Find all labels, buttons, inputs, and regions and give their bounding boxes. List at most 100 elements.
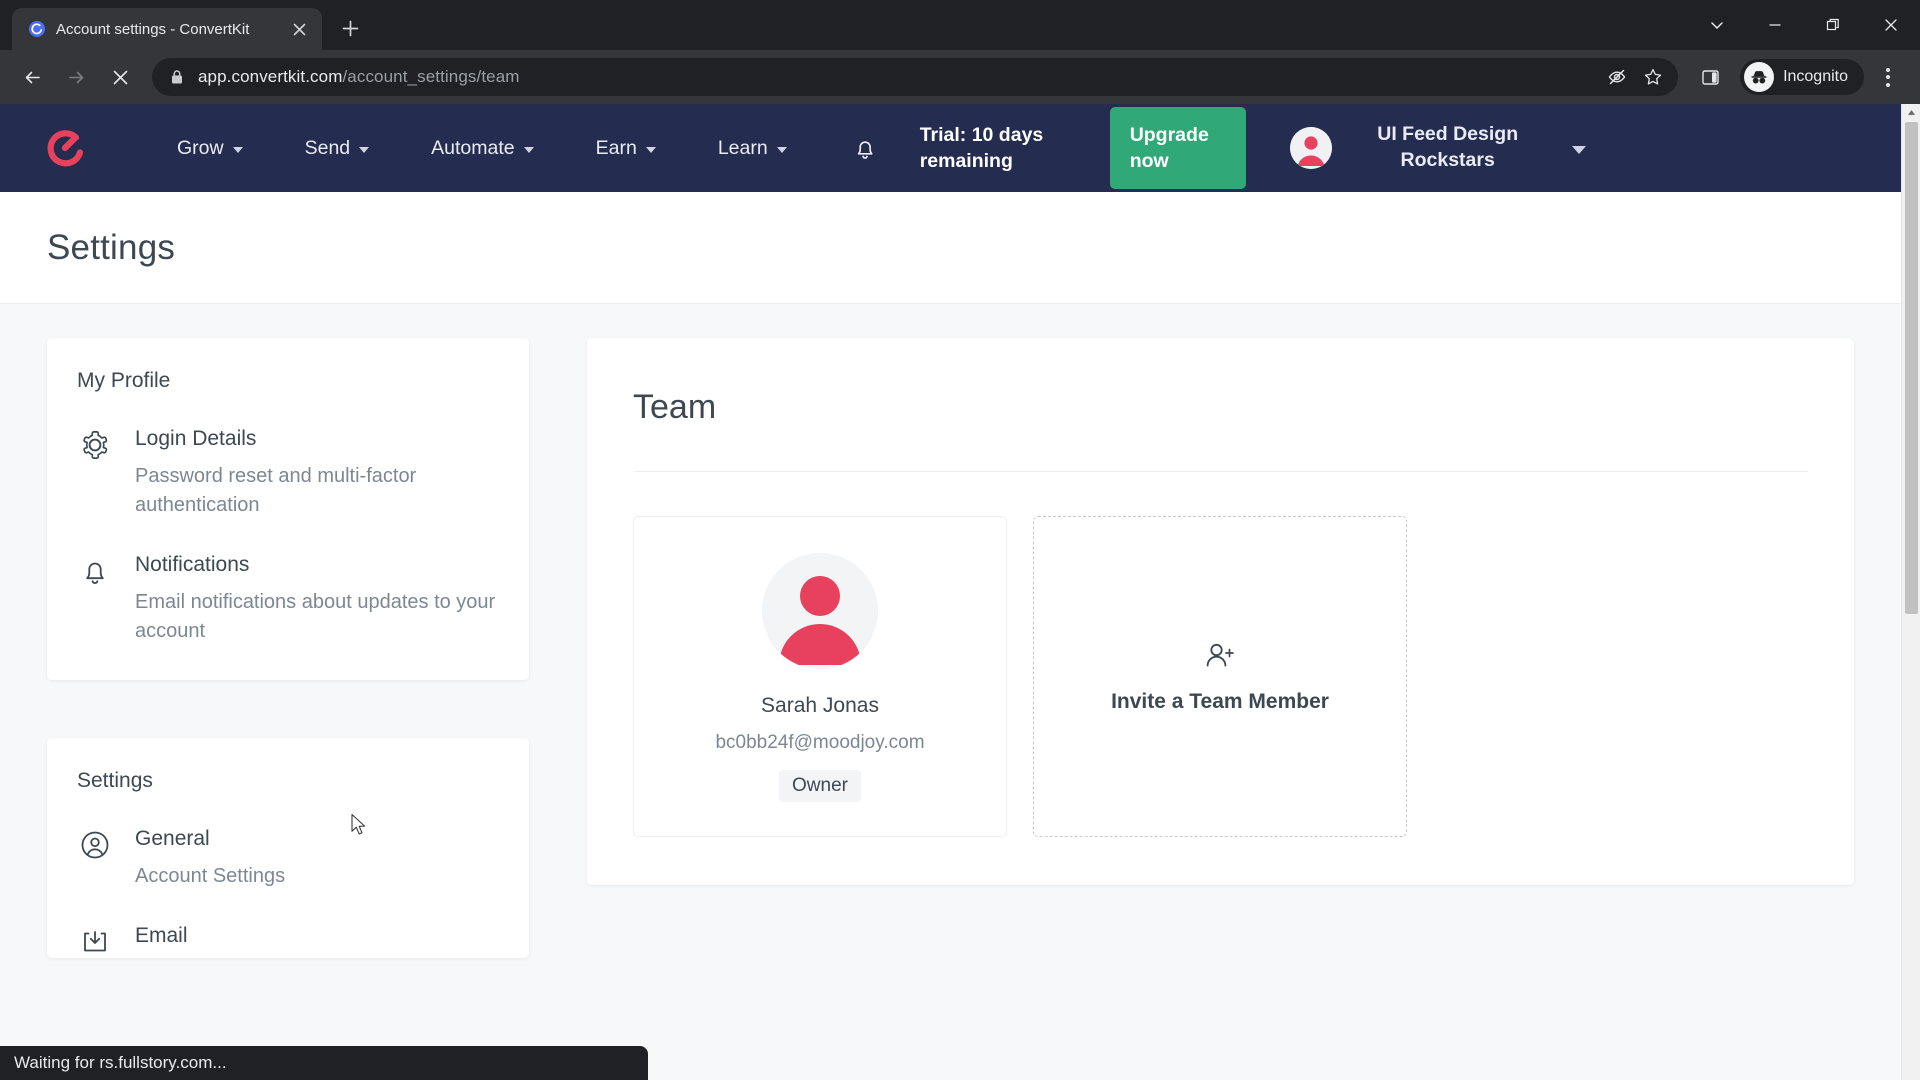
tab-strip: Account settings - ConvertKit [0,0,1920,50]
chevron-down-icon [359,146,370,153]
status-text: Waiting for rs.fullstory.com... [14,1053,227,1072]
trial-status: Trial: 10 days remaining [919,123,1044,172]
browser-tab[interactable]: Account settings - ConvertKit [12,8,322,50]
tab-search-button[interactable] [1688,3,1746,47]
tab-title: Account settings - ConvertKit [56,20,250,38]
new-tab-button[interactable] [332,10,368,46]
sidebar-item-text: Email [135,924,503,958]
sidebar-section-heading: Settings [77,769,153,793]
eye-slash-icon[interactable] [1600,60,1634,94]
sidebar-item-email[interactable]: Email [73,924,503,958]
nav-label: Send [304,136,351,159]
convertkit-app: Grow Send Automate Earn Learn Trial: 10 … [0,104,1901,1080]
account-name[interactable]: UI Feed Design Rockstars [1368,122,1528,173]
maximize-restore-button[interactable] [1804,3,1862,47]
nav-item-earn[interactable]: Earn [565,137,687,160]
forward-arrow-icon[interactable] [56,57,96,97]
user-plus-icon [1203,640,1237,674]
team-member-card[interactable]: Sarah Jonas bc0bb24f@moodjoy.com Owner [633,516,1007,837]
chevron-down-icon [523,146,534,153]
user-circle-icon [79,829,111,861]
address-bar[interactable]: app.convertkit.com/account_settings/team [152,58,1679,96]
invite-team-member-button[interactable]: Invite a Team Member [1033,516,1407,837]
page-scrollbar[interactable] [1901,104,1920,1080]
url-path: /account_settings/team [342,67,520,86]
invite-label: Invite a Team Member [1111,689,1329,713]
upgrade-now-button[interactable]: Upgrade now [1109,106,1246,190]
chevron-down-icon[interactable] [1571,146,1586,154]
incognito-profile-button[interactable]: Incognito [1740,59,1864,95]
url-text: app.convertkit.com/account_settings/team [198,67,1588,87]
nav-label: Earn [595,136,637,159]
sidebar-item-description: Password reset and multi-factor authenti… [135,465,417,517]
scroll-up-arrow-icon[interactable] [1902,104,1920,121]
inbox-download-icon [79,926,111,958]
browser-window: Account settings - ConvertKit app.conver… [0,0,1920,1080]
sidebar-item-notifications[interactable]: Notifications Email notifications about … [73,553,503,646]
window-controls [1688,0,1920,50]
sidebar-item-text: Login Details Password reset and multi-f… [135,427,503,520]
chevron-down-icon [645,146,656,153]
avatar [762,553,878,669]
sidebar-item-label: Email [135,924,188,948]
primary-nav: Grow Send Automate Earn Learn [146,137,818,160]
status-badge: Owner [779,770,861,802]
sidebar-item-label: General [135,827,210,851]
incognito-icon [1744,62,1775,92]
page-viewport: Grow Send Automate Earn Learn Trial: 10 … [0,104,1920,1080]
app-navigation-bar: Grow Send Automate Earn Learn Trial: 10 … [0,104,1901,192]
url-host: app.convertkit.com [198,67,343,86]
member-name: Sarah Jonas [761,694,879,717]
gear-icon [79,429,111,461]
nav-label: Learn [717,136,768,159]
sidebar-section-my-profile: My Profile Login Details Password reset … [47,338,529,681]
settings-main: Team Sarah Jonas bc0bb24f@moodjoy.com Ow… [587,338,1854,1080]
convertkit-logo[interactable] [42,125,88,171]
incognito-label: Incognito [1783,68,1848,85]
close-icon[interactable] [286,16,312,42]
team-panel: Team Sarah Jonas bc0bb24f@moodjoy.com Ow… [587,338,1854,885]
settings-body: My Profile Login Details Password reset … [0,304,1901,1080]
settings-sidebar: My Profile Login Details Password reset … [47,338,529,1080]
star-icon[interactable] [1636,60,1670,94]
sidebar-item-label: Notifications [135,553,250,577]
team-member-grid: Sarah Jonas bc0bb24f@moodjoy.com Owner I… [633,516,1808,837]
stop-loading-icon[interactable] [100,57,140,97]
chevron-down-icon [776,146,787,153]
sidebar-item-login-details[interactable]: Login Details Password reset and multi-f… [73,427,503,520]
nav-label: Grow [177,136,224,159]
sidebar-item-label: Login Details [135,427,257,450]
chevron-down-icon [232,146,243,153]
nav-label: Automate [431,136,515,159]
sidebar-section-settings: Settings General Account Settings Email [47,738,529,959]
team-title: Team [633,388,717,426]
nav-item-learn[interactable]: Learn [687,137,818,160]
nav-item-automate[interactable]: Automate [400,137,564,160]
sidebar-item-text: Notifications Email notifications about … [135,553,503,646]
bell-icon[interactable] [842,125,888,171]
scrollbar-thumb[interactable] [1905,122,1918,614]
sidebar-item-description: Account Settings [135,865,286,888]
nav-item-grow[interactable]: Grow [146,137,274,160]
back-arrow-icon[interactable] [12,57,52,97]
three-dot-menu-icon[interactable] [1868,57,1908,97]
side-panel-icon[interactable] [1690,57,1730,97]
divider [633,471,1808,472]
minimize-button[interactable] [1746,3,1804,47]
nav-item-send[interactable]: Send [274,137,401,160]
close-window-button[interactable] [1862,3,1920,47]
sidebar-item-description: Email notifications about updates to you… [135,591,496,643]
sidebar-section-heading: My Profile [77,369,171,392]
lock-icon [170,69,186,85]
avatar[interactable] [1289,127,1332,169]
member-email: bc0bb24f@moodjoy.com [715,732,925,753]
convertkit-favicon [28,20,46,38]
omnibox-actions [1600,60,1670,94]
sidebar-item-general[interactable]: General Account Settings [73,827,503,891]
status-bar: Waiting for rs.fullstory.com... [0,1046,648,1080]
browser-toolbar: app.convertkit.com/account_settings/team [0,50,1920,104]
bell-icon [79,555,111,587]
page-title: Settings [47,227,176,267]
sidebar-item-text: General Account Settings [135,827,503,891]
settings-header: Settings [0,192,1901,304]
